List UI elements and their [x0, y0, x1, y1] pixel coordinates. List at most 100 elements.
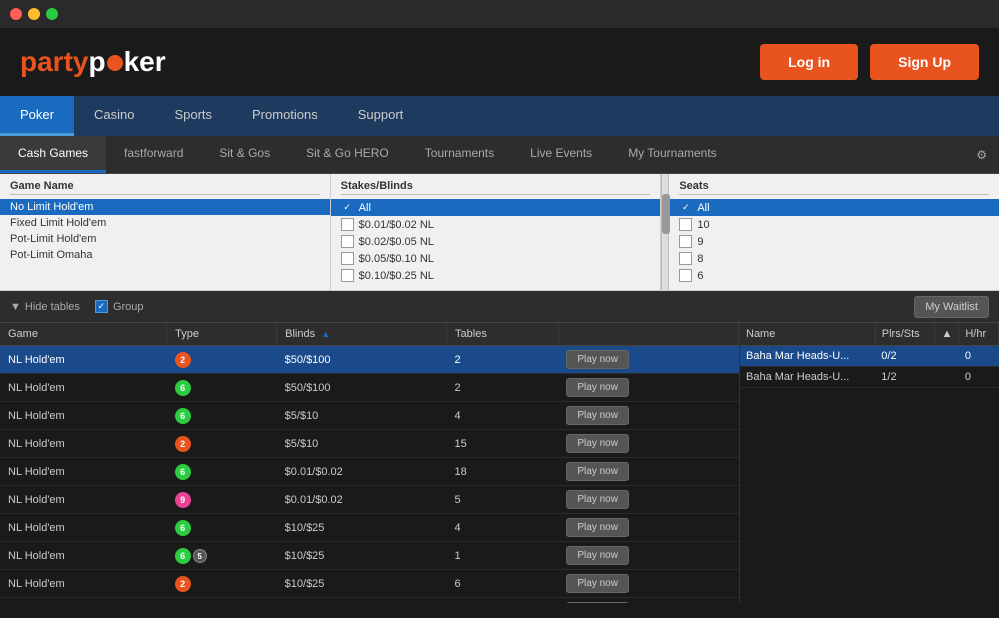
play-btn-cell: Play now	[558, 430, 738, 458]
stakes-010-checkbox[interactable]	[341, 269, 354, 282]
filter-game-pot-limit-holdem[interactable]: Pot-Limit Hold'em	[10, 231, 320, 247]
play-now-button[interactable]: Play now	[566, 602, 629, 603]
type-badge-cell: 2	[167, 430, 277, 458]
nav-item-support[interactable]: Support	[338, 96, 424, 136]
table-row: NL Hold'em6$10/$254Play now	[0, 514, 739, 542]
filter-stakes-001-label: $0.01/$0.02 NL	[359, 219, 434, 231]
col-type: Type	[167, 323, 277, 346]
play-now-button[interactable]: Play now	[566, 350, 629, 369]
tab-sit-go-hero[interactable]: Sit & Go HERO	[288, 136, 407, 173]
filter-stakes-010[interactable]: $0.10/$0.25 NL	[341, 267, 651, 284]
logo-circle	[107, 55, 123, 71]
nav-item-sports[interactable]: Sports	[154, 96, 232, 136]
filter-seats-9[interactable]: 9	[679, 233, 989, 250]
seats-8-checkbox[interactable]	[679, 252, 692, 265]
play-btn-cell: Play now	[558, 570, 738, 598]
filter-seats-8[interactable]: 8	[679, 250, 989, 267]
nav-item-casino[interactable]: Casino	[74, 96, 154, 136]
right-panel-row: Baha Mar Heads-U...1/20	[740, 367, 999, 388]
play-now-button[interactable]: Play now	[566, 546, 629, 565]
filter-game-no-limit-label: No Limit Hold'em	[10, 201, 93, 213]
tab-sit-gos[interactable]: Sit & Gos	[201, 136, 288, 173]
minimize-btn[interactable]	[28, 8, 40, 20]
filter-seats: Seats ✓ All 10 9 8 6	[669, 174, 999, 290]
filter-stakes-002-label: $0.02/$0.05 NL	[359, 236, 434, 248]
filter-stakes-001[interactable]: $0.01/$0.02 NL	[341, 216, 651, 233]
play-now-button[interactable]: Play now	[566, 490, 629, 509]
seats-10-checkbox[interactable]	[679, 218, 692, 231]
tables-cell: 4	[447, 402, 559, 430]
group-toggle[interactable]: ✓ Group	[95, 300, 144, 313]
tab-live-events[interactable]: Live Events	[512, 136, 610, 173]
tab-tournaments[interactable]: Tournaments	[407, 136, 512, 173]
filter-stakes-005-label: $0.05/$0.10 NL	[359, 253, 434, 265]
filter-scrollbar-thumb	[662, 194, 670, 234]
seats-6-checkbox[interactable]	[679, 269, 692, 282]
play-now-button[interactable]: Play now	[566, 574, 629, 593]
game-name-cell: NL Hold'em	[0, 486, 167, 514]
play-btn-cell: Play now	[558, 486, 738, 514]
filter-scrollbar	[661, 174, 669, 290]
play-now-button[interactable]: Play now	[566, 462, 629, 481]
col-blinds[interactable]: Blinds ▲	[277, 323, 447, 346]
rp-plrs-cell: 1/2	[875, 367, 935, 388]
type-badge-cell: 6	[167, 458, 277, 486]
type-badge-cell: 2	[167, 346, 277, 374]
table-row: NL Hold'em2$10/$256Play now	[0, 570, 739, 598]
tables-cell: 5	[447, 486, 559, 514]
seats-9-checkbox[interactable]	[679, 235, 692, 248]
rp-sort-cell	[935, 346, 959, 367]
play-now-button[interactable]: Play now	[566, 518, 629, 537]
type-badge: 2	[175, 576, 191, 592]
seats-all-checkbox[interactable]: ✓	[679, 201, 692, 214]
nav-item-poker[interactable]: Poker	[0, 96, 74, 136]
login-button[interactable]: Log in	[760, 44, 858, 80]
signup-button[interactable]: Sign Up	[870, 44, 979, 80]
hide-tables-button[interactable]: ▼ Hide tables	[10, 301, 80, 313]
stakes-005-checkbox[interactable]	[341, 252, 354, 265]
stakes-001-checkbox[interactable]	[341, 218, 354, 231]
close-btn[interactable]	[10, 8, 22, 20]
tables-cell: 18	[447, 458, 559, 486]
stakes-all-checkbox[interactable]: ✓	[341, 201, 354, 214]
right-panel-table: Name Plrs/Sts ▲ H/hr Baha Mar Heads-U...…	[740, 323, 999, 388]
play-btn-cell: Play now	[558, 346, 738, 374]
play-now-button[interactable]: Play now	[566, 406, 629, 425]
nav-item-promotions[interactable]: Promotions	[232, 96, 338, 136]
tab-cash-games[interactable]: Cash Games	[0, 136, 106, 173]
tab-my-tournaments[interactable]: My Tournaments	[610, 136, 734, 173]
filter-stakes-005[interactable]: $0.05/$0.10 NL	[341, 250, 651, 267]
filter-game-omaha-label: Pot-Limit Omaha	[10, 249, 93, 261]
waitlist-button[interactable]: My Waitlist	[914, 296, 989, 318]
game-name-cell: NL Hold'em	[0, 570, 167, 598]
header: partypker Log in Sign Up	[0, 28, 999, 96]
type-badge-cell: 6	[167, 514, 277, 542]
stakes-002-checkbox[interactable]	[341, 235, 354, 248]
col-game: Game	[0, 323, 167, 346]
sort-arrow-icon: ▲	[321, 329, 330, 339]
maximize-btn[interactable]	[46, 8, 58, 20]
rp-hhr-cell: 0	[959, 367, 999, 388]
tab-fastforward[interactable]: fastforward	[106, 136, 201, 173]
play-now-button[interactable]: Play now	[566, 434, 629, 453]
filter-stakes-010-label: $0.10/$0.25 NL	[359, 270, 434, 282]
filter-game-no-limit[interactable]: No Limit Hold'em	[0, 199, 330, 215]
filter-seats-all[interactable]: ✓ All	[669, 199, 999, 216]
blinds-cell: $5/$10	[277, 430, 447, 458]
blinds-cell: $0.01/$0.02	[277, 486, 447, 514]
type-badge: 9	[175, 492, 191, 508]
type-badge: 6	[175, 408, 191, 424]
filter-game-fixed-limit[interactable]: Fixed Limit Hold'em	[10, 215, 320, 231]
play-btn-cell: Play now	[558, 374, 738, 402]
tables-cell: 1	[447, 542, 559, 570]
right-panel-body: Baha Mar Heads-U...0/20Baha Mar Heads-U.…	[740, 346, 999, 388]
gear-icon[interactable]: ⚙	[964, 136, 999, 173]
filter-game-pot-limit-omaha[interactable]: Pot-Limit Omaha	[10, 247, 320, 263]
filter-seats-10[interactable]: 10	[679, 216, 989, 233]
filter-stakes-all[interactable]: ✓ All	[331, 199, 661, 216]
play-now-button[interactable]: Play now	[566, 378, 629, 397]
right-panel: Name Plrs/Sts ▲ H/hr Baha Mar Heads-U...…	[739, 323, 999, 603]
filter-seats-6[interactable]: 6	[679, 267, 989, 284]
game-name-cell: NL Hold'em	[0, 598, 167, 604]
filter-stakes-002[interactable]: $0.02/$0.05 NL	[341, 233, 651, 250]
